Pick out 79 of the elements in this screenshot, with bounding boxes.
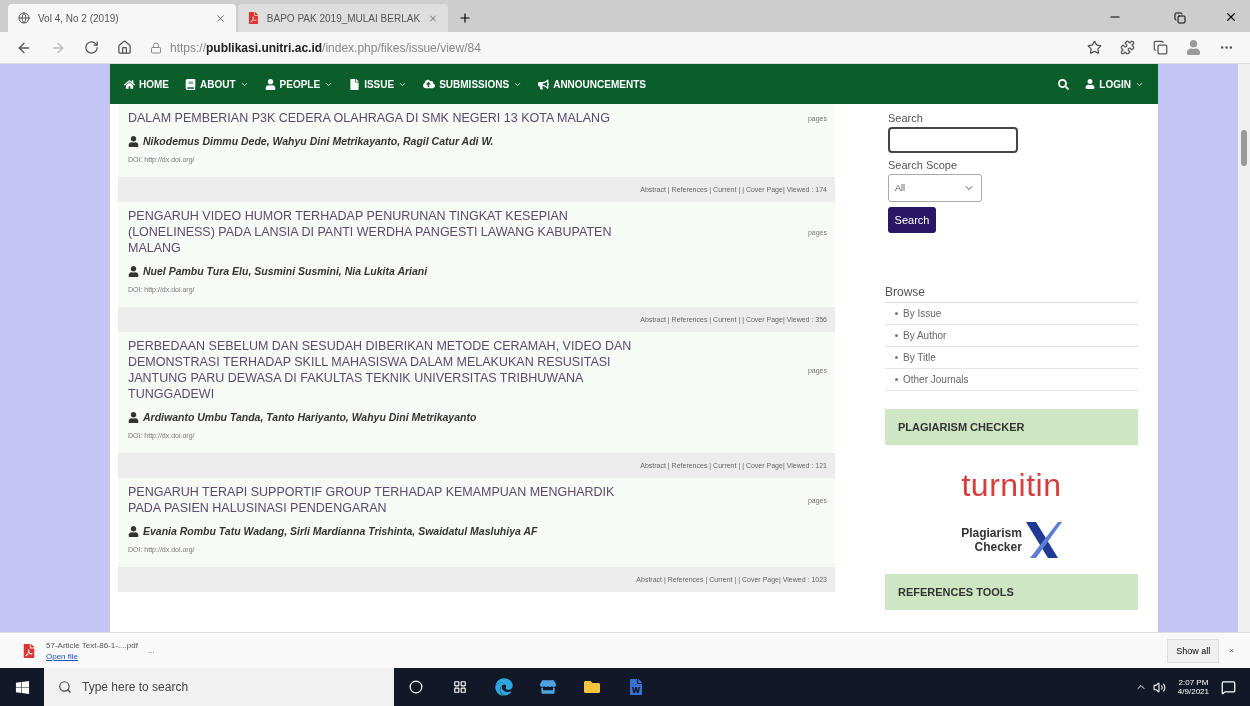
- browse-heading: Browse: [885, 285, 1138, 303]
- author-list: Nikodemus Dimmu Dede, Wahyu Dini Metrikayanto, Ragil Catur Adi W.: [143, 135, 494, 147]
- nav-link[interactable]: ABOUT: [185, 78, 249, 90]
- search-icon: [58, 680, 72, 694]
- search-label: Search: [888, 112, 924, 124]
- open-file-link[interactable]: Open file: [46, 651, 138, 661]
- notifications-icon[interactable]: [1221, 679, 1236, 695]
- pdf-icon: [22, 643, 36, 658]
- show-all-button[interactable]: Show all: [1167, 638, 1220, 663]
- globe-icon: [18, 12, 30, 24]
- taskbar-search-field[interactable]: Type here to search: [44, 668, 394, 706]
- bullet-icon: [895, 378, 898, 381]
- download-file-name: 57-Article Text-86-1-....pdf: [46, 640, 138, 650]
- new-tab-icon[interactable]: [458, 11, 472, 25]
- close-download-bar[interactable]: ×: [1229, 646, 1234, 655]
- bullet-icon: [895, 334, 898, 337]
- volume-icon[interactable]: [1152, 680, 1166, 694]
- search-button[interactable]: Search: [888, 207, 936, 233]
- extensions-icon[interactable]: [1120, 40, 1135, 55]
- nav-link[interactable]: ANNOUNCEMENTS: [538, 78, 646, 90]
- browser-tab[interactable]: BAPO PAK 2019_MULAI BERLAK: [238, 4, 448, 32]
- search-icon[interactable]: [1058, 78, 1070, 90]
- browse-link[interactable]: By Title: [903, 352, 936, 363]
- search-field[interactable]: [888, 127, 1018, 153]
- profile-icon[interactable]: [1186, 40, 1201, 55]
- scrollbar[interactable]: [1238, 64, 1250, 632]
- more-options[interactable]: ...: [147, 646, 155, 655]
- user-icon: [128, 265, 139, 277]
- store-icon[interactable]: [540, 679, 556, 695]
- nav-link[interactable]: HOME: [124, 78, 169, 90]
- browser-tab[interactable]: Vol 4, No 2 (2019): [8, 4, 236, 32]
- task-view-icon[interactable]: [453, 680, 467, 694]
- user-icon: [128, 135, 139, 147]
- clock[interactable]: 2:07 PM 4/9/2021: [1177, 678, 1209, 696]
- nav-link[interactable]: SUBMISSIONS: [423, 78, 523, 90]
- browse-link[interactable]: Other Journals: [903, 374, 969, 385]
- cortana-icon[interactable]: [409, 680, 423, 694]
- close-icon[interactable]: [215, 12, 226, 24]
- megaphone-icon: [538, 78, 550, 90]
- plagiarism-checker-logo[interactable]: Plagiarism Checker: [961, 520, 1062, 560]
- login-link[interactable]: LOGIN: [1085, 78, 1144, 90]
- home-icon: [124, 78, 135, 90]
- browse-link[interactable]: By Author: [903, 330, 947, 341]
- nav-link[interactable]: PEOPLE: [264, 78, 334, 90]
- user-icon: [264, 78, 276, 90]
- author-list: Nuel Pambu Tura Elu, Susmini Susmini, Nia Lukita Ariani: [143, 265, 428, 277]
- article-title[interactable]: PENGARUH TERAPI SUPPORTIF GROUP TERHADAP KEMAMPUAN MENGHARDIK PADA PASIEN HALUSINASI PENDENGARAN: [128, 484, 638, 516]
- home-icon[interactable]: [117, 40, 132, 55]
- restore-icon[interactable]: [1174, 12, 1186, 24]
- cloud-icon: [423, 78, 436, 90]
- author-list: Evania Rombu Tatu Wadang, Sirli Mardianna Trishinta, Swaidatul Masluhiya AF: [143, 525, 538, 537]
- refresh-icon[interactable]: [84, 40, 99, 55]
- lock-icon: [150, 41, 162, 54]
- author-list: Ardiwanto Umbu Tanda, Tanto Hariyanto, Wahyu Dini Metrikayanto: [143, 411, 477, 423]
- bullet-icon: [895, 312, 898, 315]
- book-icon: [185, 78, 196, 90]
- file-icon: [349, 78, 361, 90]
- browse-link[interactable]: By Issue: [903, 308, 942, 319]
- collections-icon[interactable]: [1153, 40, 1168, 55]
- edge-icon[interactable]: [495, 678, 513, 696]
- nav-link[interactable]: ISSUE: [349, 78, 408, 90]
- scope-label: Search Scope: [888, 159, 959, 171]
- article-title[interactable]: PENGARUH VIDEO HUMOR TERHADAP PENURUNAN TINGKAT KESEPIAN (LONELINESS) PADA LANSIA DI PANTI WERDHA PANGESTI LAWANG KABUPATEN MALANG: [128, 208, 638, 256]
- word-icon[interactable]: [628, 679, 644, 695]
- close-icon[interactable]: [1224, 10, 1238, 24]
- user-icon: [128, 411, 139, 423]
- bullet-icon: [895, 356, 898, 359]
- article-title[interactable]: DALAM PEMBERIAN P3K CEDERA OLAHRAGA DI SMK NEGERI 13 KOTA MALANG: [128, 110, 638, 126]
- article-title[interactable]: PERBEDAAN SEBELUM DAN SESUDAH DIBERIKAN METODE CERAMAH, VIDEO DAN DEMONSTRASI TERHADAP SKILL MAHASISWA DALAM MELAKUKAN RESUSITASI JANTUNG PARU DEWASA DI FAKULTAS TEKNIK UNIVERSITAS TRIBHUWANA TUNGGADEWI: [128, 338, 638, 402]
- turnitin-logo[interactable]: turnitin: [961, 467, 1062, 504]
- windows-start-icon[interactable]: [14, 679, 30, 695]
- user-icon: [1085, 79, 1096, 89]
- user-icon: [128, 525, 139, 537]
- block-heading: REFERENCES TOOLS: [885, 574, 1138, 610]
- block-heading: PLAGIARISM CHECKER: [885, 409, 1138, 445]
- scope-select[interactable]: All: [888, 174, 982, 202]
- favorite-icon[interactable]: [1087, 40, 1102, 55]
- folder-icon[interactable]: [584, 679, 600, 695]
- pdf-icon: [248, 12, 259, 24]
